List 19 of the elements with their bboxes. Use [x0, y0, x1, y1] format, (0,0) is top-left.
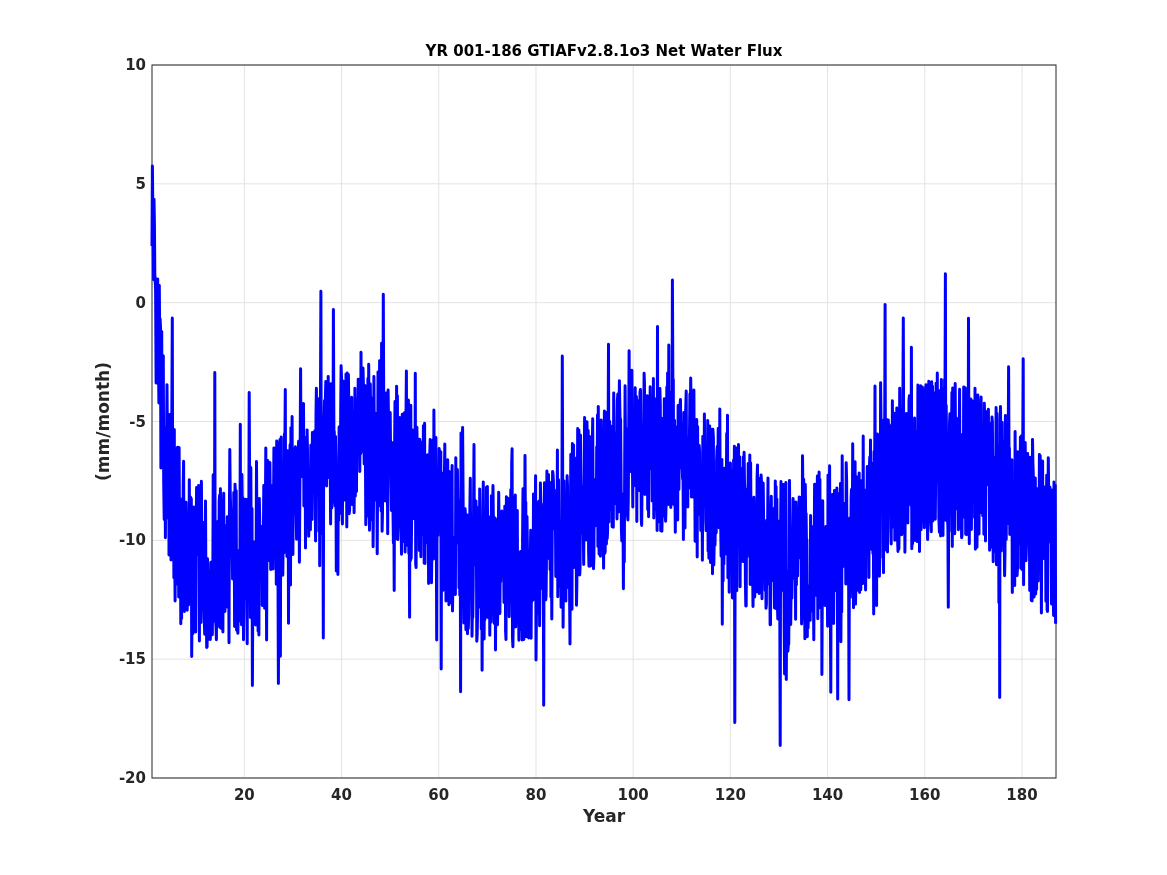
tick-label: 120 [714, 786, 746, 804]
tick-label: 5 [135, 174, 146, 193]
tick-label: 10 [125, 56, 146, 74]
tick-label: 100 [617, 786, 649, 804]
tick-label: 20 [233, 786, 255, 804]
tick-label: 40 [331, 786, 352, 804]
chart-title: YR 001-186 GTIAFv2.8.1o3 Net Water Flux [425, 42, 783, 60]
tick-label: 0 [135, 293, 146, 312]
tick-label: 140 [811, 786, 844, 804]
tick-label: 60 [428, 786, 450, 804]
tick-label: -20 [118, 769, 146, 787]
tick-label: 160 [909, 786, 941, 804]
tick-label: 80 [525, 786, 547, 804]
x-axis-label: Year [582, 806, 626, 826]
tick-label: -10 [118, 531, 146, 550]
tick-label: -5 [129, 412, 146, 431]
y-axis-label: (mm/month) [93, 362, 113, 481]
tick-label: -15 [118, 650, 146, 669]
tick-label: 180 [1006, 786, 1038, 804]
